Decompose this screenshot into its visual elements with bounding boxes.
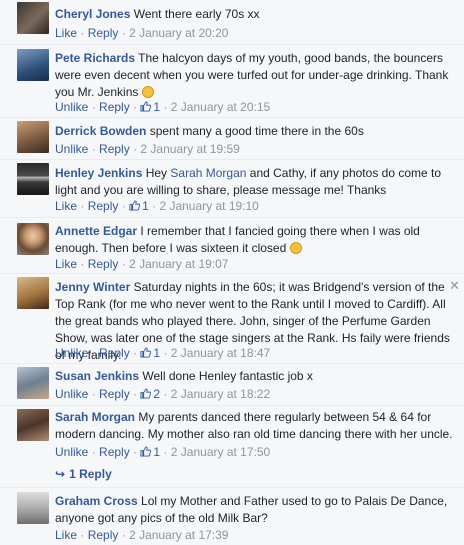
unlike-button[interactable]: Unlike xyxy=(55,445,88,459)
reply-button[interactable]: Reply xyxy=(88,199,119,213)
reply-arrow-icon: ↪ xyxy=(55,467,66,481)
reply-button[interactable]: Reply xyxy=(99,142,130,156)
avatar[interactable] xyxy=(17,121,49,153)
comment-actions: Unlike · Reply · 1 · 2 January at 20:15 xyxy=(55,100,271,114)
comment: Henley Jenkins Hey Sarah Morgan and Cath… xyxy=(0,159,464,218)
view-replies-link[interactable]: ↪ 1 Reply xyxy=(55,466,112,482)
comment-author[interactable]: Pete Richards xyxy=(55,51,135,65)
close-icon[interactable]: ✕ xyxy=(449,278,460,294)
comment-author[interactable]: Jenny Winter xyxy=(55,280,130,294)
reply-button[interactable]: Reply xyxy=(88,528,119,542)
reply-button[interactable]: Reply xyxy=(88,26,119,40)
comment-actions: Unlike · Reply · 1 · 2 January at 17:50 xyxy=(55,445,271,459)
comment: Pete Richards The halcyon days of my you… xyxy=(0,44,464,121)
reply-button[interactable]: Reply xyxy=(99,100,130,114)
comment-actions: Unlike · Reply · 2 · 2 January at 18:22 xyxy=(55,387,271,401)
comment-timestamp[interactable]: 2 January at 19:10 xyxy=(159,199,258,213)
comment: Jenny Winter Saturday nights in the 60s;… xyxy=(0,273,464,364)
comment: Graham Cross Lol my Mother and Father us… xyxy=(0,487,464,545)
comment-author[interactable]: Susan Jenkins xyxy=(55,369,139,383)
comment-actions: Like · Reply · 2 January at 17:39 xyxy=(55,528,229,542)
like-button[interactable]: Like xyxy=(55,528,77,542)
unlike-button[interactable]: Unlike xyxy=(55,387,88,401)
avatar[interactable] xyxy=(17,223,49,255)
comment-timestamp[interactable]: 2 January at 19:59 xyxy=(140,142,239,156)
like-button[interactable]: Like xyxy=(55,257,77,271)
comment-timestamp[interactable]: 2 January at 17:39 xyxy=(129,528,228,542)
avatar[interactable] xyxy=(17,2,49,34)
reply-button[interactable]: Reply xyxy=(88,257,119,271)
comment-author[interactable]: Graham Cross xyxy=(55,494,138,508)
comment-timestamp[interactable]: 2 January at 17:50 xyxy=(171,445,270,459)
like-button[interactable]: Like xyxy=(55,26,77,40)
unlike-button[interactable]: Unlike xyxy=(55,100,88,114)
comment: Annette Edgar I remember that I fancied … xyxy=(0,217,464,274)
unlike-button[interactable]: Unlike xyxy=(55,346,88,360)
comment-timestamp[interactable]: 2 January at 20:15 xyxy=(171,100,270,114)
like-count[interactable]: 1 xyxy=(140,100,160,114)
comment-text: Well done Henley fantastic job x xyxy=(142,369,313,383)
mention-link[interactable]: Sarah Morgan xyxy=(170,166,246,180)
thumbs-up-icon xyxy=(129,200,141,211)
smile-emoji-icon xyxy=(141,86,154,98)
comment: Derrick Bowden spent many a good time th… xyxy=(0,117,464,160)
comment-author[interactable]: Henley Jenkins xyxy=(55,166,142,180)
thumbs-up-icon xyxy=(140,347,152,358)
reply-button[interactable]: Reply xyxy=(99,445,130,459)
comment-actions: Unlike · Reply · 1 · 2 January at 18:47 xyxy=(55,346,271,360)
frown-emoji-icon xyxy=(289,242,302,254)
comment-author[interactable]: Sarah Morgan xyxy=(55,410,135,424)
comment-text: Hey xyxy=(145,166,171,180)
avatar[interactable] xyxy=(17,492,49,524)
comment: Cheryl Jones Went there early 70s xx Lik… xyxy=(0,0,464,44)
like-count[interactable]: 1 xyxy=(140,445,160,459)
comment-actions: Like · Reply · 1 · 2 January at 19:10 xyxy=(55,199,259,213)
avatar[interactable] xyxy=(17,367,49,399)
comment: Susan Jenkins Well done Henley fantastic… xyxy=(0,363,464,406)
reply-button[interactable]: Reply xyxy=(99,387,130,401)
comment-actions: Like · Reply · 2 January at 20:20 xyxy=(55,26,229,40)
comment-author[interactable]: Annette Edgar xyxy=(55,224,137,238)
avatar[interactable] xyxy=(17,409,49,441)
like-count[interactable]: 1 xyxy=(129,199,149,213)
comment-text: Went there early 70s xx xyxy=(133,7,260,21)
thumbs-up-icon xyxy=(140,388,152,399)
comment-timestamp[interactable]: 2 January at 18:22 xyxy=(171,387,270,401)
avatar[interactable] xyxy=(17,277,49,309)
comment-author[interactable]: Cheryl Jones xyxy=(55,7,130,21)
like-count[interactable]: 1 xyxy=(140,346,160,360)
comment-text: spent many a good time there in the 60s xyxy=(149,124,364,138)
avatar[interactable] xyxy=(17,163,49,195)
comment-actions: Unlike · Reply · 2 January at 19:59 xyxy=(55,142,240,156)
comment-timestamp[interactable]: 2 January at 18:47 xyxy=(171,346,270,360)
unlike-button[interactable]: Unlike xyxy=(55,142,88,156)
comment-author[interactable]: Derrick Bowden xyxy=(55,124,146,138)
comment-actions: Like · Reply · 2 January at 19:07 xyxy=(55,257,229,271)
comment-timestamp[interactable]: 2 January at 20:20 xyxy=(129,26,228,40)
avatar[interactable] xyxy=(17,49,49,81)
like-button[interactable]: Like xyxy=(55,199,77,213)
reply-button[interactable]: Reply xyxy=(99,346,130,360)
thumbs-up-icon xyxy=(140,446,152,457)
like-count[interactable]: 2 xyxy=(140,387,160,401)
comment-timestamp[interactable]: 2 January at 19:07 xyxy=(129,257,228,271)
thumbs-up-icon xyxy=(140,101,152,112)
